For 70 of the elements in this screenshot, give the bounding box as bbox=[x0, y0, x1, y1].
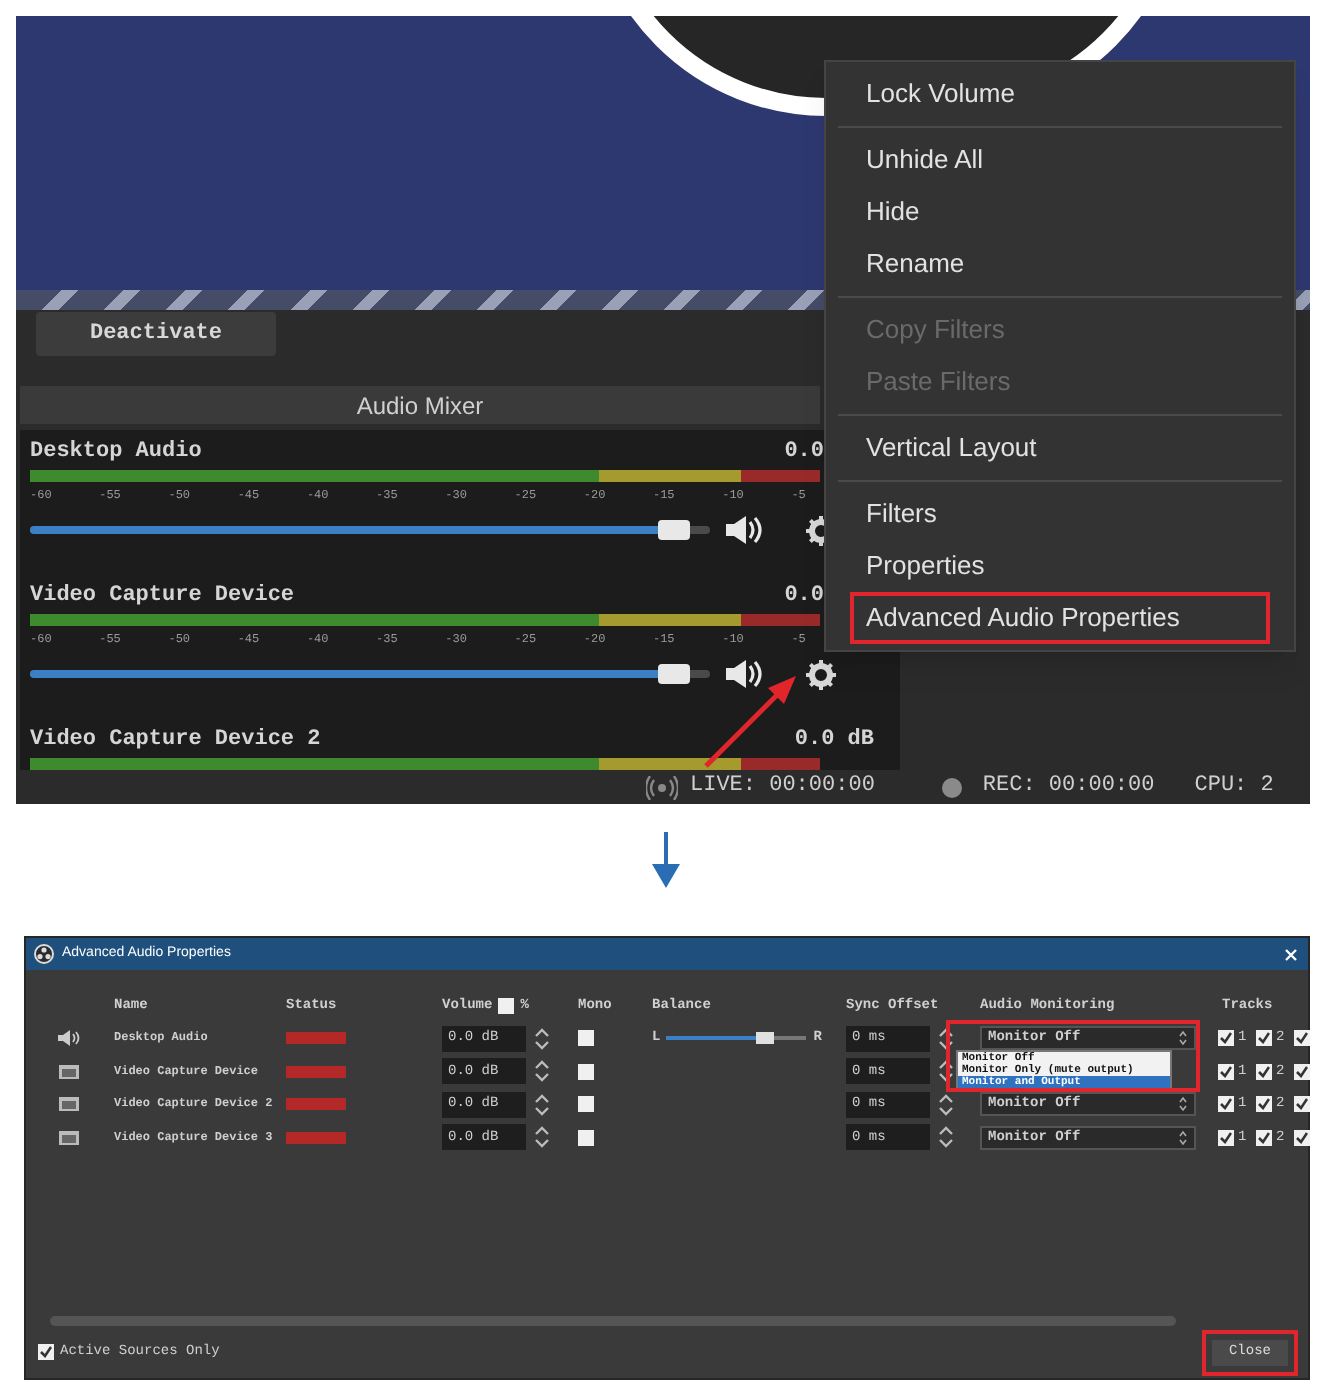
window-icon bbox=[58, 1129, 80, 1146]
menu-item[interactable]: Unhide All bbox=[838, 134, 1282, 186]
track-checkbox[interactable] bbox=[1256, 1063, 1272, 1080]
status-indicator bbox=[286, 1032, 346, 1045]
down-arrow bbox=[652, 832, 680, 888]
percent-checkbox[interactable] bbox=[498, 998, 515, 1014]
close-button[interactable] bbox=[1280, 944, 1300, 964]
spinner-arrows-icon[interactable] bbox=[938, 1025, 954, 1052]
spinner-arrows-icon[interactable] bbox=[938, 1091, 954, 1118]
volume-slider[interactable] bbox=[30, 664, 710, 684]
deactivate-button[interactable]: Deactivate bbox=[36, 312, 276, 356]
panel-header: Audio Mixer bbox=[20, 386, 820, 424]
caret-icon bbox=[1178, 1096, 1188, 1113]
menu-item[interactable]: Rename bbox=[838, 238, 1282, 290]
channel-name: Video Capture Device bbox=[30, 581, 295, 612]
rec-timer: REC: 00:00:00 bbox=[982, 772, 1155, 803]
track-checkbox[interactable] bbox=[1256, 1096, 1272, 1113]
spinner-arrows-icon[interactable] bbox=[534, 1091, 550, 1118]
close-icon bbox=[1283, 947, 1297, 961]
speaker-icon bbox=[58, 1030, 80, 1047]
speaker-icon[interactable] bbox=[724, 658, 764, 690]
track-checkbox[interactable] bbox=[1256, 1129, 1272, 1146]
menu-item[interactable]: Advanced Audio Properties bbox=[850, 592, 1270, 644]
window-icon bbox=[58, 1063, 80, 1080]
spinner-arrows-icon[interactable] bbox=[534, 1124, 550, 1151]
mono-checkbox[interactable] bbox=[578, 1030, 594, 1047]
status-indicator bbox=[286, 1131, 346, 1144]
slider-thumb[interactable] bbox=[755, 1032, 774, 1045]
spinner-arrows-icon[interactable] bbox=[534, 1058, 550, 1085]
track-checkbox[interactable] bbox=[1294, 1096, 1310, 1113]
status-indicator bbox=[286, 1098, 346, 1111]
active-sources-checkbox[interactable] bbox=[38, 1344, 54, 1360]
live-timer: LIVE: 00:00:00 bbox=[690, 772, 875, 803]
menu-item[interactable]: Hide bbox=[838, 186, 1282, 238]
mono-checkbox[interactable] bbox=[578, 1063, 594, 1080]
slider-thumb[interactable] bbox=[657, 520, 690, 540]
volume-reading: 0.0 bbox=[784, 581, 824, 612]
cpu-usage: CPU: 2 bbox=[1194, 772, 1274, 803]
track-checkbox[interactable] bbox=[1294, 1030, 1310, 1047]
mono-checkbox[interactable] bbox=[578, 1129, 594, 1146]
track-checkbox[interactable] bbox=[1218, 1063, 1234, 1080]
menu-item[interactable]: Vertical Layout bbox=[838, 422, 1282, 474]
spinner-arrows-icon[interactable] bbox=[938, 1058, 954, 1085]
track-checkbox[interactable] bbox=[1294, 1063, 1310, 1080]
broadcast-icon bbox=[646, 775, 678, 799]
spinner-arrows-icon[interactable] bbox=[938, 1124, 954, 1151]
track-checkbox[interactable] bbox=[1218, 1096, 1234, 1113]
menu-item[interactable]: Properties bbox=[838, 540, 1282, 592]
app-logo-icon bbox=[34, 944, 54, 964]
caret-icon bbox=[1178, 1129, 1188, 1146]
window-icon bbox=[58, 1096, 80, 1113]
track-checkbox[interactable] bbox=[1218, 1129, 1234, 1146]
track-checkbox[interactable] bbox=[1218, 1030, 1234, 1047]
volume-reading: 0.0 dB bbox=[794, 725, 874, 756]
volume-reading: 0.0 bbox=[784, 437, 824, 468]
mono-checkbox[interactable] bbox=[578, 1096, 594, 1113]
spinner-arrows-icon[interactable] bbox=[534, 1025, 550, 1052]
gear-icon[interactable] bbox=[806, 659, 836, 689]
menu-item[interactable]: Filters bbox=[838, 488, 1282, 540]
channel-name: Desktop Audio bbox=[30, 437, 202, 468]
channel-name: Video Capture Device 2 bbox=[30, 725, 321, 756]
status-indicator bbox=[286, 1065, 346, 1078]
speaker-icon[interactable] bbox=[724, 514, 764, 546]
caret-icon bbox=[1178, 1030, 1188, 1047]
menu-item[interactable]: Lock Volume bbox=[838, 68, 1282, 120]
track-checkbox[interactable] bbox=[1294, 1129, 1310, 1146]
horizontal-scrollbar[interactable] bbox=[50, 1316, 1176, 1326]
slider-thumb[interactable] bbox=[657, 664, 690, 684]
volume-slider[interactable] bbox=[30, 520, 710, 540]
track-checkbox[interactable] bbox=[1256, 1030, 1272, 1047]
